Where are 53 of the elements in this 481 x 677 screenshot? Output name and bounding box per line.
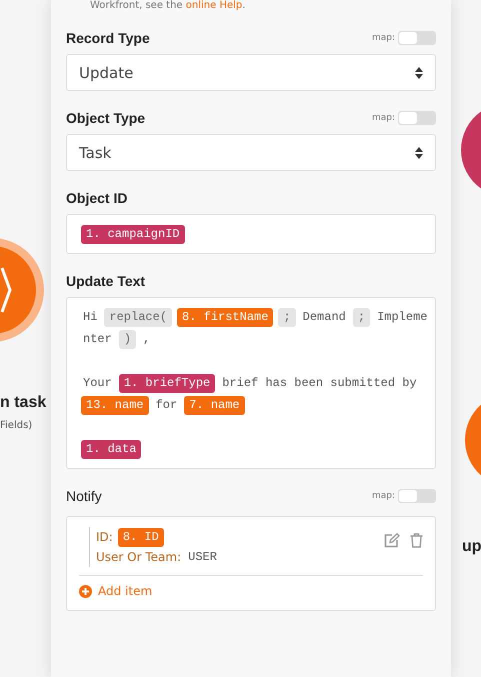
variable-token[interactable]: 8. ID	[118, 528, 164, 546]
help-text: Workfront, see the online Help.	[90, 0, 246, 12]
select-value: Update	[79, 64, 134, 82]
function-token[interactable]: )	[118, 330, 136, 348]
template-text: Demand	[302, 310, 347, 324]
field-label: Notify	[66, 488, 102, 504]
variable-token[interactable]: 7. name	[184, 396, 245, 414]
function-token[interactable]: ;	[352, 308, 370, 326]
map-label: map:	[372, 113, 395, 123]
map-label: map:	[372, 491, 395, 501]
variable-token[interactable]: 8. firstName	[177, 308, 274, 326]
template-text: ,	[142, 332, 152, 346]
template-text: brief has been submitted by	[221, 376, 418, 390]
plus-circle-icon	[79, 584, 92, 598]
edit-icon[interactable]	[384, 533, 400, 548]
module-title: up	[462, 538, 481, 556]
text-input-field[interactable]: Hi replace( 8. firstName ; Demand ; Impleme nter ) , Your 1. briefType brief has been submitted by 13. name for 7. name 1. data	[66, 297, 436, 469]
template-text: for	[154, 398, 178, 412]
template-text: nter	[82, 332, 113, 346]
module-node[interactable]	[465, 404, 481, 476]
module-node-drawing[interactable]	[0, 238, 44, 342]
variable-token[interactable]: 1. data	[81, 440, 142, 458]
map-label: map:	[372, 33, 395, 43]
select-field[interactable]: Update	[66, 54, 436, 91]
template-text: USER	[187, 550, 218, 564]
variable-token[interactable]: 1. campaignID	[81, 224, 185, 244]
template-text: Hi	[82, 310, 98, 324]
template-text: Your	[82, 376, 113, 390]
function-token[interactable]: replace(	[104, 308, 172, 326]
variable-token[interactable]: 13. name	[81, 396, 149, 414]
module-node[interactable]	[461, 112, 481, 188]
sort-caret-icon	[415, 146, 423, 158]
map-toggle[interactable]	[398, 111, 436, 125]
function-token[interactable]: ;	[278, 308, 296, 326]
sort-caret-icon	[415, 66, 423, 78]
map-toggle[interactable]	[398, 489, 436, 503]
variable-token[interactable]: 1. briefType	[118, 374, 216, 392]
add-item-button[interactable]: Add item	[79, 584, 152, 598]
module-title: n task	[0, 394, 46, 412]
item-field-label: ID:	[96, 530, 113, 544]
trash-icon[interactable]	[410, 533, 423, 548]
item-field-label: User Or Team:	[96, 550, 182, 564]
select-value: Task	[79, 144, 112, 162]
text-input-field[interactable]: 1. campaignID	[66, 214, 436, 254]
module-subtitle: Fields)	[0, 420, 32, 431]
field-label: Update Text	[66, 273, 146, 289]
select-field[interactable]: Task	[66, 134, 436, 171]
online-help-link[interactable]: online Help	[186, 0, 242, 11]
map-toggle[interactable]	[398, 31, 436, 45]
field-label: Object Type	[66, 110, 146, 126]
template-text: Impleme	[376, 310, 428, 324]
field-label: Record Type	[66, 30, 150, 46]
field-label: Object ID	[66, 190, 128, 206]
